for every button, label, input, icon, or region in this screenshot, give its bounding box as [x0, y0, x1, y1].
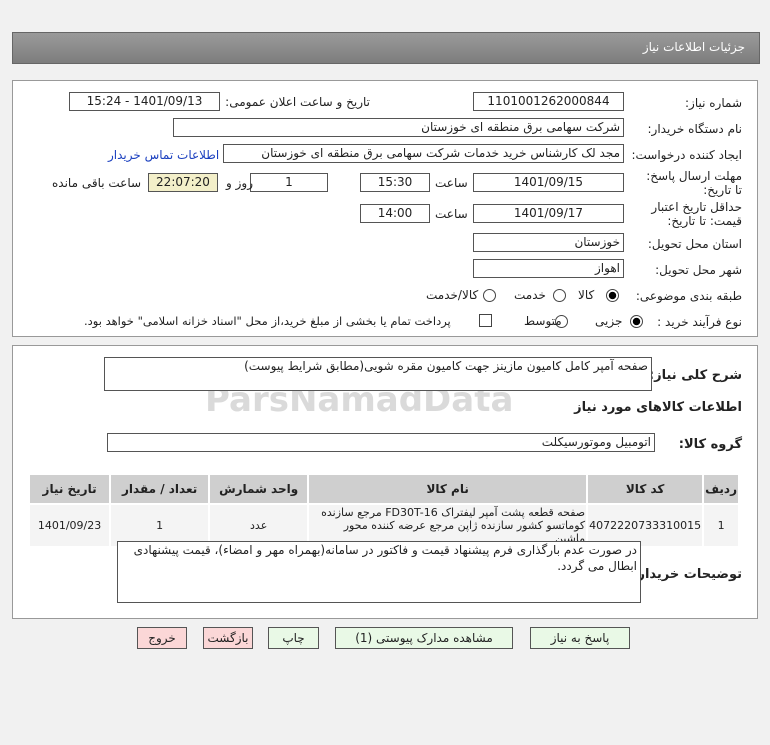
category-radio-both[interactable] [483, 289, 496, 302]
notes-field: در صورت عدم بارگذاری فرم پیشنهاد قیمت و … [117, 541, 641, 603]
need-number-label: شماره نیاز: [685, 96, 742, 110]
remaining-time-field: 22:07:20 [148, 173, 218, 192]
col-date: تاریخ نیاز [27, 473, 112, 505]
province-field: خوزستان [473, 233, 624, 252]
goods-table: ردیف کد کالا نام کالا واحد شمارش تعداد /… [27, 473, 740, 548]
treasury-payment-checkbox[interactable] [479, 314, 492, 327]
process-medium-label: متوسط [524, 314, 562, 328]
process-minor-label: جزیی [595, 314, 623, 328]
validity-label: حداقل تاریخ اعتبار قیمت: تا تاریخ: [651, 200, 742, 228]
category-both-label: کالا/خدمت [426, 288, 479, 302]
notes-label: توضیحات خریدار: [632, 567, 742, 582]
col-row: ردیف [702, 473, 740, 505]
deadline-time-label: ساعت [435, 176, 468, 190]
process-label: نوع فرآیند خرید : [657, 315, 742, 329]
page-title: جزئیات اطلاعات نیاز [642, 40, 745, 54]
cell-row: 1 [702, 503, 740, 548]
goods-group-label: گروه کالا: [678, 437, 742, 452]
deadline-time-field: 15:30 [360, 173, 430, 192]
process-radio-minor[interactable] [630, 315, 643, 328]
goods-section-title: اطلاعات کالاهای مورد نیاز [574, 400, 742, 415]
cell-date: 1401/09/23 [27, 503, 112, 548]
page-header: جزئیات اطلاعات نیاز [12, 32, 760, 64]
col-qty: تعداد / مقدار [109, 473, 211, 505]
view-documents-button[interactable]: مشاهده مدارک پیوستی (1) [335, 627, 513, 649]
summary-field: صفحه آمپر کامل کامیون مازینز جهت کامیون … [104, 357, 652, 391]
validity-time-field: 14:00 [360, 204, 430, 223]
announce-field: 1401/09/13 - 15:24 [69, 92, 220, 111]
need-number-field: 1101001262000844 [473, 92, 624, 111]
buyer-org-label: نام دستگاه خریدار: [647, 122, 743, 136]
category-service-label: خدمت [514, 288, 546, 302]
exit-button[interactable]: خروج [137, 627, 187, 649]
deadline-label: مهلت ارسال پاسخ: تا تاریخ: [646, 169, 742, 197]
col-unit: واحد شمارش [208, 473, 310, 505]
col-code: کد کالا [586, 473, 705, 505]
announce-label: تاریخ و ساعت اعلان عمومی: [225, 95, 370, 109]
goods-group-field: اتومبیل وموتورسیکلت [107, 433, 655, 452]
deadline-date-field: 1401/09/15 [473, 173, 624, 192]
back-button[interactable]: بازگشت [203, 627, 253, 649]
reply-button[interactable]: پاسخ به نیاز [530, 627, 630, 649]
city-field: اهواز [473, 259, 624, 278]
city-label: شهر محل تحویل: [655, 263, 742, 277]
days-label: روز و [226, 176, 253, 190]
category-radio-service[interactable] [553, 289, 566, 302]
print-button[interactable]: چاپ [268, 627, 319, 649]
creator-field: مجد لک کارشناس خرید خدمات شرکت سهامی برق… [223, 144, 624, 163]
validity-time-label: ساعت [435, 207, 468, 221]
buyer-org-field: شرکت سهامی برق منطقه ای خوزستان [173, 118, 624, 137]
days-field: 1 [250, 173, 328, 192]
creator-label: ایجاد کننده درخواست: [631, 148, 742, 162]
category-label: طبقه بندی موضوعی: [635, 289, 742, 303]
validity-date-field: 1401/09/17 [473, 204, 624, 223]
payment-note: پرداخت تمام یا بخشی از مبلغ خرید،از محل … [84, 314, 451, 328]
col-name: نام کالا [307, 473, 589, 505]
category-goods-label: کالا [578, 288, 595, 302]
table-header-row: ردیف کد کالا نام کالا واحد شمارش تعداد /… [27, 473, 740, 505]
buyer-contact-link[interactable]: اطلاعات تماس خریدار [108, 148, 219, 162]
remaining-label: ساعت باقی مانده [52, 176, 142, 190]
summary-label: شرح کلی نیاز: [648, 368, 742, 383]
province-label: استان محل تحویل: [647, 237, 742, 251]
category-radio-goods[interactable] [606, 289, 619, 302]
